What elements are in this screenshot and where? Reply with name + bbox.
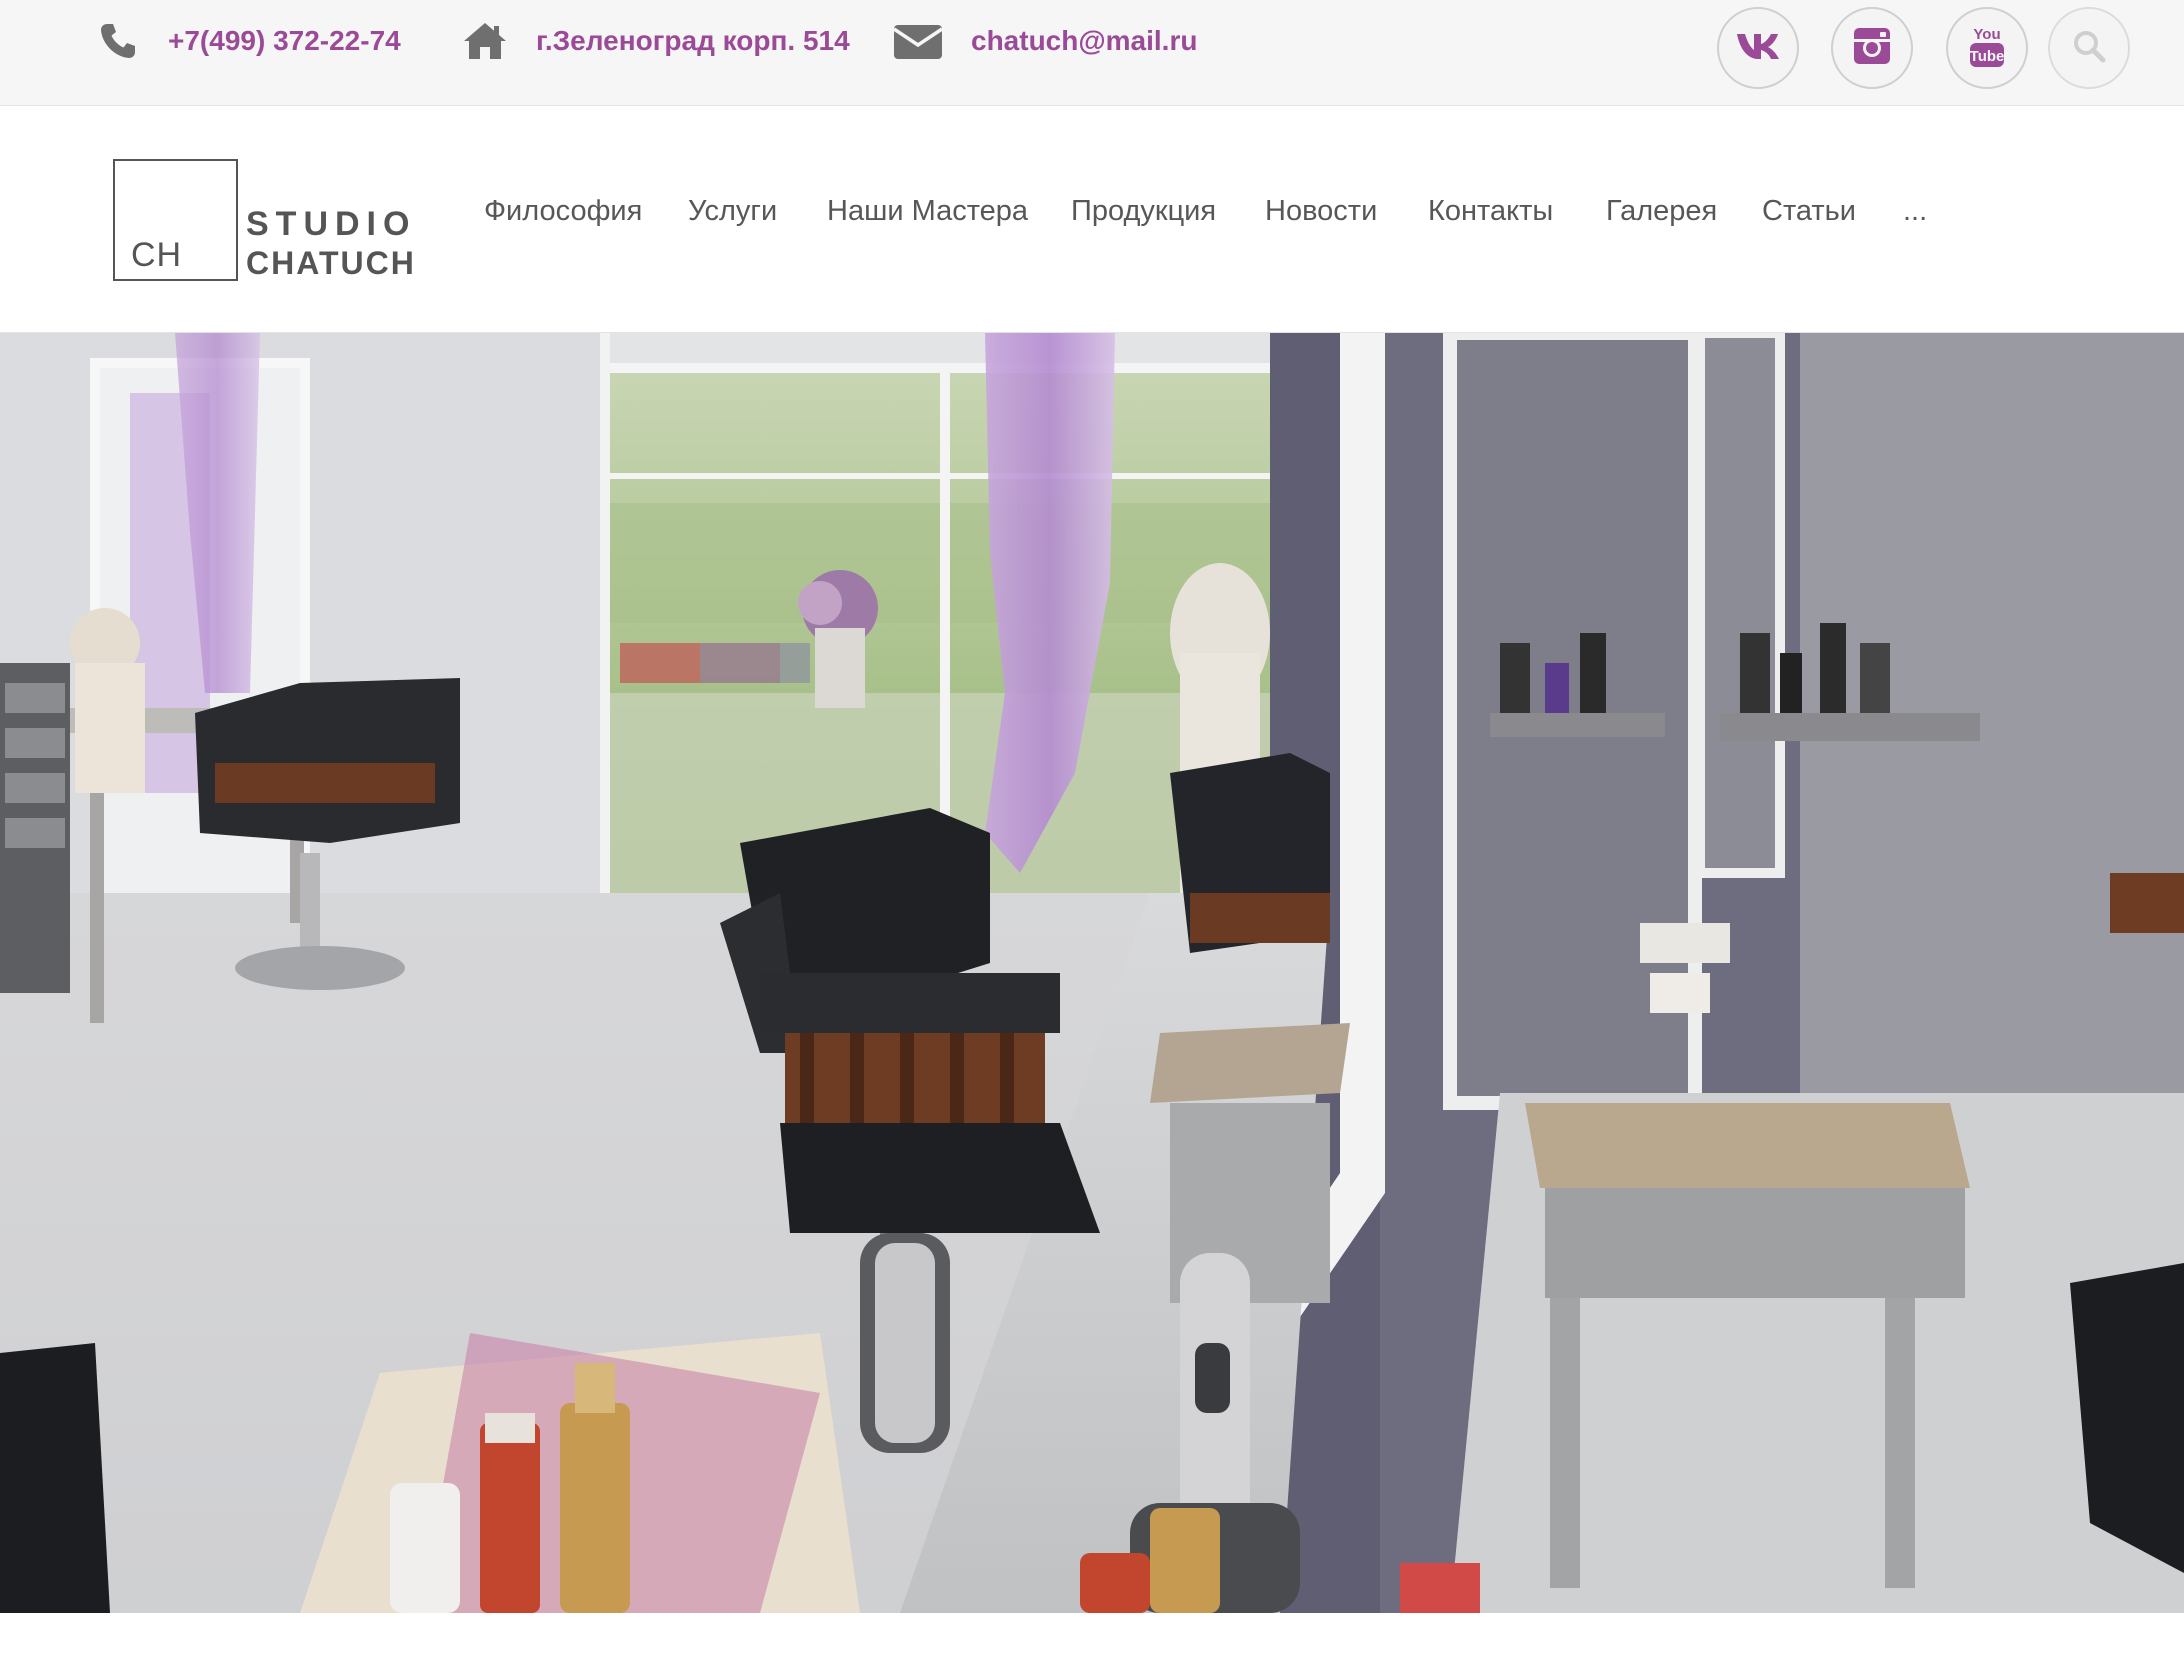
address-text[interactable]: г.Зеленоград корп. 514 [536,25,850,57]
phone-contact[interactable]: +7(499) 372-22-74 [98,0,401,82]
salon-interior-illustration [0,333,2184,1613]
search-button[interactable] [2048,7,2130,89]
envelope-icon [893,21,943,61]
address-contact[interactable]: г.Зеленоград корп. 514 [462,0,850,82]
nav-item-products[interactable]: Продукция [1071,189,1216,233]
instagram-icon [1852,26,1892,71]
youtube-link[interactable]: You Tube [1946,7,2028,89]
youtube-glyph-bottom: Tube [1970,48,2005,65]
nav-item-gallery[interactable]: Галерея [1606,189,1717,233]
hero-salon-image [0,333,2184,1613]
main-nav: Философия Услуги Наши Мастера Продукция … [0,189,2184,233]
nav-item-contacts[interactable]: Контакты [1428,189,1553,233]
top-contact-bar: +7(499) 372-22-74 г.Зеленоград корп. 514… [0,0,2184,106]
site-header: CH STUDIO CHATUCH Философия Услуги Наши … [0,107,2184,333]
vk-link[interactable] [1717,7,1799,89]
email-contact[interactable]: chatuch@mail.ru [893,0,1197,82]
nav-item-philosophy[interactable]: Философия [484,189,642,233]
logo-line-chatuch: CHATUCH [246,245,416,281]
nav-item-articles[interactable]: Статьи [1762,189,1856,233]
email-link[interactable]: chatuch@mail.ru [971,25,1197,57]
vk-icon [1735,31,1781,66]
nav-item-news[interactable]: Новости [1265,189,1377,233]
nav-item-masters[interactable]: Наши Мастера [827,189,1028,233]
instagram-link[interactable] [1831,7,1913,89]
nav-item-services[interactable]: Услуги [688,189,777,233]
logo-mark: CH [131,236,183,274]
phone-number[interactable]: +7(499) 372-22-74 [168,25,401,57]
youtube-glyph-top: You [1973,26,2000,43]
search-icon [2071,28,2107,69]
nav-item-more[interactable]: ... [1903,189,1927,233]
youtube-icon: You Tube [1967,23,2007,74]
phone-icon [98,21,138,61]
home-icon [462,21,508,61]
